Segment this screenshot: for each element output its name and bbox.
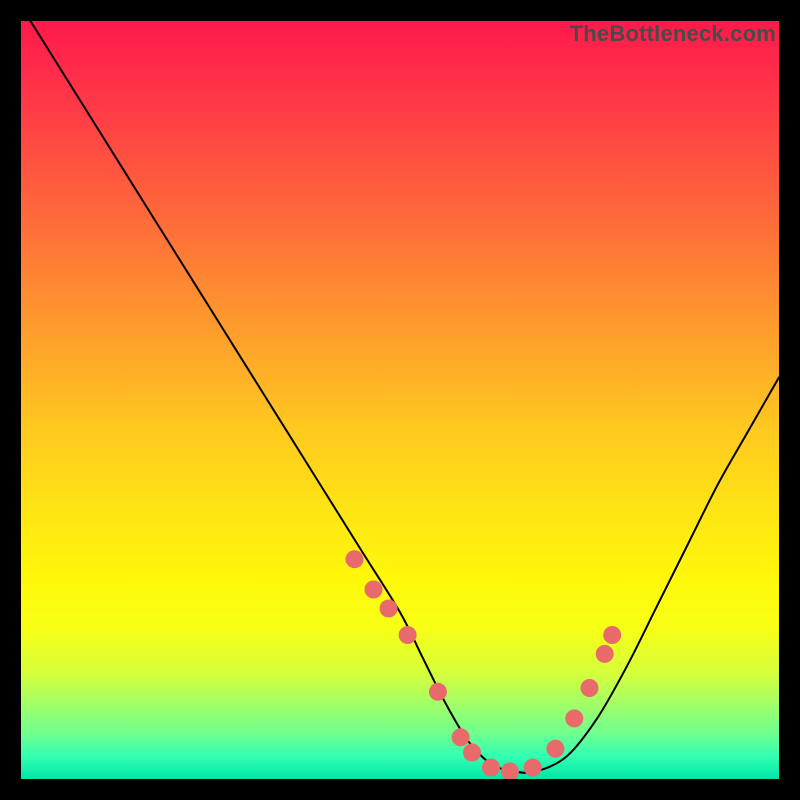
chart-frame: TheBottleneck.com [0, 0, 800, 800]
valley-dot [565, 709, 583, 727]
valley-dot [482, 759, 500, 777]
valley-dot [546, 740, 564, 758]
bottleneck-curve [21, 21, 779, 773]
valley-dot [452, 728, 470, 746]
valley-dot [603, 626, 621, 644]
plot-area [21, 21, 779, 779]
watermark-text: TheBottleneck.com [570, 21, 776, 47]
valley-dot [581, 679, 599, 697]
valley-dot [346, 550, 364, 568]
valley-dot [380, 600, 398, 618]
valley-dot [399, 626, 417, 644]
valley-dot [501, 762, 519, 779]
valley-dot [463, 744, 481, 762]
valley-dot [524, 759, 542, 777]
curve-layer [21, 21, 779, 779]
valley-dot [596, 645, 614, 663]
valley-dot [365, 581, 383, 599]
valley-dots-group [346, 550, 622, 779]
valley-dot [429, 683, 447, 701]
